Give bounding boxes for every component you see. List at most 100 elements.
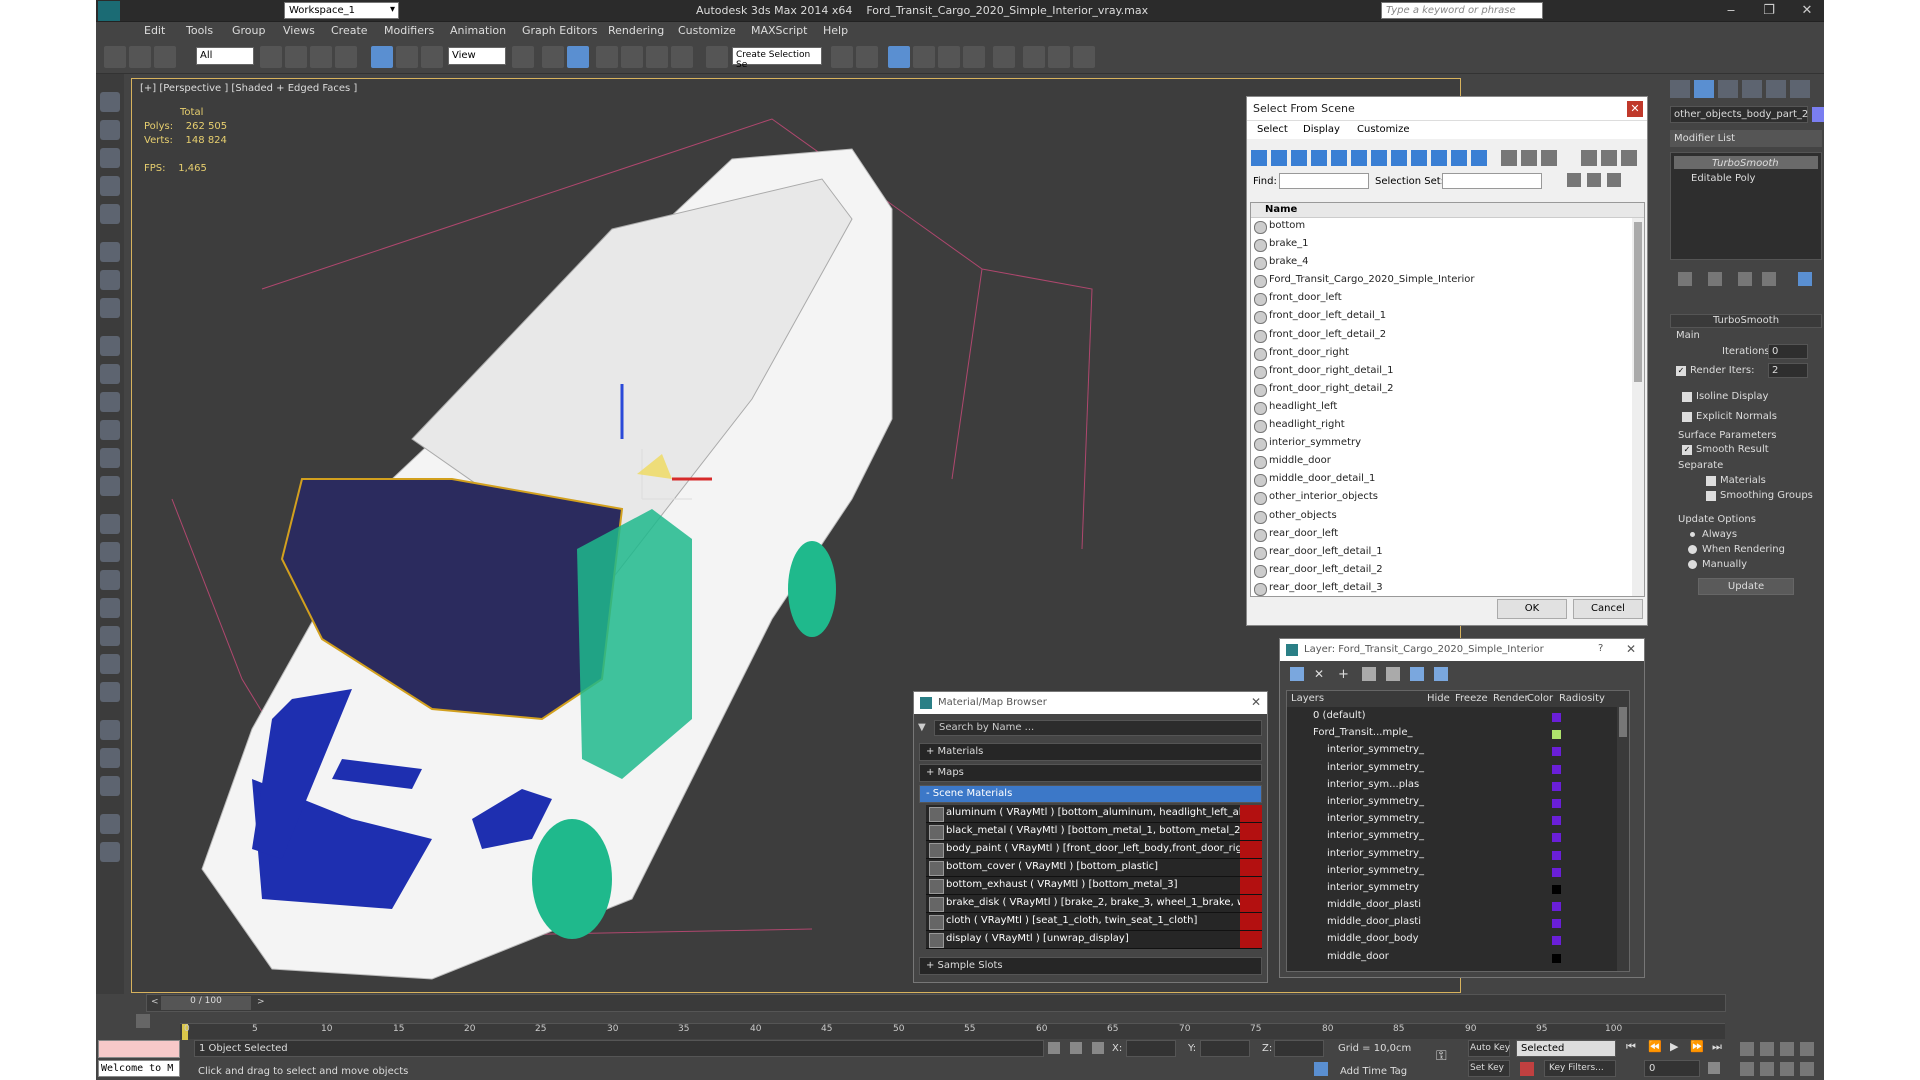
menu-group[interactable]: Group xyxy=(232,24,266,37)
separate-materials-checkbox[interactable] xyxy=(1706,476,1716,486)
filter-invert-icon[interactable] xyxy=(1471,150,1487,166)
spinner-snap-icon[interactable] xyxy=(671,46,693,68)
scene-object-list[interactable]: Name bottom brake_1 brake_4 Ford_Transit… xyxy=(1250,202,1645,597)
list-item[interactable]: front_door_right_detail_1 xyxy=(1251,363,1644,381)
list-item[interactable]: other_objects xyxy=(1251,508,1644,526)
selection-set-dropdown[interactable] xyxy=(1442,173,1542,189)
vray-tool-icon[interactable] xyxy=(100,204,120,224)
layer-manager-icon[interactable] xyxy=(888,46,910,68)
link-icon[interactable] xyxy=(104,46,126,68)
table-row[interactable]: interior_symmetry_ xyxy=(1287,812,1617,829)
list-item[interactable]: black_metal ( VRayMtl ) [bottom_metal_1,… xyxy=(926,823,1262,841)
selset-save-icon[interactable] xyxy=(1567,173,1581,187)
ref-coord-dropdown[interactable]: View xyxy=(448,47,506,65)
close-icon[interactable]: ✕ xyxy=(1251,695,1261,709)
filter-geometry-icon[interactable] xyxy=(1251,150,1267,166)
table-row[interactable]: interior_symmetry_ xyxy=(1287,847,1617,864)
motion-tab-icon[interactable] xyxy=(1742,80,1762,98)
table-row[interactable]: middle_door_plasti xyxy=(1287,915,1617,932)
configure-sets-icon[interactable] xyxy=(1798,272,1812,286)
go-to-start-icon[interactable]: ⏮ xyxy=(1626,1040,1636,1054)
view-tree-icon[interactable] xyxy=(1541,150,1557,166)
percent-snap-icon[interactable] xyxy=(646,46,668,68)
col-radiosity[interactable]: Radiosity xyxy=(1559,693,1605,704)
x-coordinate-field[interactable] xyxy=(1126,1040,1176,1057)
hide-all-icon[interactable] xyxy=(1410,667,1424,681)
selset-edit-icon[interactable] xyxy=(1587,173,1601,187)
explicit-normals-checkbox[interactable] xyxy=(1682,412,1692,422)
object-color-swatch[interactable] xyxy=(1812,107,1824,122)
filter-xrefs-icon[interactable] xyxy=(1391,150,1407,166)
menu-create[interactable]: Create xyxy=(331,24,368,37)
schematic-view-icon[interactable] xyxy=(963,46,985,68)
select-by-name-icon[interactable] xyxy=(285,46,307,68)
zoom-extents-icon[interactable] xyxy=(1780,1042,1794,1056)
material-editor-icon[interactable] xyxy=(993,46,1015,68)
vray-tool-icon[interactable] xyxy=(100,682,120,702)
layer-color-swatch[interactable] xyxy=(1552,764,1561,774)
highlight-layer-icon[interactable] xyxy=(1386,667,1400,681)
hierarchy-tab-icon[interactable] xyxy=(1718,80,1738,98)
list-item[interactable]: rear_door_left_detail_1 xyxy=(1251,544,1644,562)
layer-color-swatch[interactable] xyxy=(1552,936,1561,946)
vray-tool-icon[interactable] xyxy=(100,598,120,618)
vray-tool-icon[interactable] xyxy=(100,748,120,768)
list-item[interactable]: bottom_cover ( VRayMtl ) [bottom_plastic… xyxy=(926,859,1262,877)
maps-section[interactable]: + Maps xyxy=(919,764,1262,782)
table-row[interactable]: interior_sym...plas xyxy=(1287,778,1617,795)
list-item[interactable]: headlight_right xyxy=(1251,417,1644,435)
close-icon[interactable]: ✕ xyxy=(1794,2,1820,20)
select-object-icon[interactable] xyxy=(260,46,282,68)
list-item[interactable]: brake_1 xyxy=(1251,236,1644,254)
col-hide[interactable]: Hide xyxy=(1427,693,1450,704)
col-layers[interactable]: Layers xyxy=(1291,693,1324,704)
materials-section[interactable]: + Materials xyxy=(919,743,1262,761)
filter-helpers-icon[interactable] xyxy=(1331,150,1347,166)
curve-editor-icon[interactable] xyxy=(938,46,960,68)
ribbon-icon[interactable] xyxy=(913,46,935,68)
maxscript-listener[interactable]: Welcome to M xyxy=(98,1060,180,1077)
vray-tool-icon[interactable] xyxy=(100,242,120,262)
z-coordinate-field[interactable] xyxy=(1274,1040,1324,1057)
smooth-result-checkbox[interactable]: ✓ xyxy=(1682,445,1692,455)
move-icon[interactable] xyxy=(371,46,393,68)
list-item[interactable]: rear_door_left_detail_2 xyxy=(1251,562,1644,580)
when-rendering-radio[interactable] xyxy=(1688,545,1697,554)
render-iters-spinner[interactable]: 2 xyxy=(1768,363,1808,378)
orbit-icon[interactable] xyxy=(1780,1062,1794,1076)
utilities-tab-icon[interactable] xyxy=(1790,80,1810,98)
list-item[interactable]: middle_door xyxy=(1251,453,1644,471)
name-column-header[interactable]: Name xyxy=(1251,203,1644,218)
list-item[interactable]: aluminum ( VRayMtl ) [bottom_aluminum, h… xyxy=(926,805,1262,823)
filter-lights-icon[interactable] xyxy=(1291,150,1307,166)
vray-tool-icon[interactable] xyxy=(100,120,120,140)
render-iters-checkbox[interactable]: ✓ xyxy=(1676,366,1686,376)
list-item[interactable]: bottom xyxy=(1251,218,1644,236)
set-key-button[interactable]: Set Key xyxy=(1468,1060,1510,1077)
list-item[interactable]: rear_door_left_detail_3 xyxy=(1251,580,1644,596)
always-radio[interactable] xyxy=(1688,530,1697,539)
layer-color-swatch[interactable] xyxy=(1552,919,1561,929)
named-selection-dropdown[interactable]: Create Selection Se xyxy=(732,47,822,70)
lock-icon[interactable] xyxy=(1070,1042,1082,1054)
view-hierarchy-icon[interactable] xyxy=(1521,150,1537,166)
table-row[interactable]: middle_door xyxy=(1287,950,1617,967)
close-icon[interactable]: ✕ xyxy=(1626,642,1636,656)
browser-options-icon[interactable]: ▼ xyxy=(918,722,926,733)
freeze-all-icon[interactable] xyxy=(1434,667,1448,681)
view-list-icon[interactable] xyxy=(1501,150,1517,166)
select-in-layer-icon[interactable] xyxy=(1362,667,1376,681)
update-button[interactable]: Update xyxy=(1698,578,1794,595)
zoom-extents-all-icon[interactable] xyxy=(1800,1042,1814,1056)
turbosmooth-rollout-title[interactable]: TurboSmooth xyxy=(1670,314,1822,328)
render-production-icon[interactable] xyxy=(1073,46,1095,68)
list-item[interactable]: front_door_left_detail_2 xyxy=(1251,327,1644,345)
filter-spacewarps-icon[interactable] xyxy=(1351,150,1367,166)
layer-color-swatch[interactable] xyxy=(1552,884,1561,894)
menu-graph-editors[interactable]: Graph Editors xyxy=(522,24,598,37)
list-item[interactable]: front_door_right_detail_2 xyxy=(1251,381,1644,399)
vray-tool-icon[interactable] xyxy=(100,542,120,562)
vray-tool-icon[interactable] xyxy=(100,270,120,290)
current-frame-field[interactable]: 0 xyxy=(1644,1060,1700,1077)
play-icon[interactable]: ▶ xyxy=(1670,1040,1678,1053)
